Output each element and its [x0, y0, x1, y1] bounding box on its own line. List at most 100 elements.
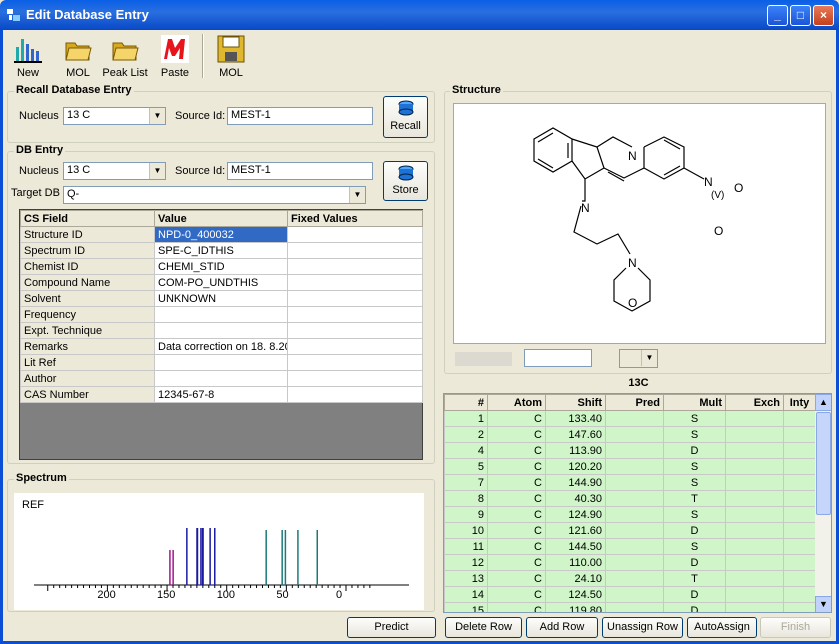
table-cell[interactable] — [605, 538, 664, 555]
table-cell[interactable] — [725, 506, 784, 523]
recall-button[interactable]: Recall — [383, 96, 428, 138]
table-row[interactable]: Compound Name COM-PO_UNDTHIS — [20, 274, 423, 291]
table-cell[interactable] — [783, 490, 816, 507]
table-cell[interactable]: NPD-0_400032 — [154, 226, 288, 243]
table-row[interactable]: 13 C 24.10 T — [444, 570, 816, 587]
spectrum-plot[interactable]: REF 200 150 100 50 0 — [14, 493, 424, 610]
table-cell[interactable]: Author — [20, 370, 155, 387]
table-cell[interactable]: C — [487, 538, 546, 555]
table-cell[interactable] — [605, 522, 664, 539]
table-cell[interactable] — [783, 442, 816, 459]
table-cell[interactable]: Data correction on 18. 8.20 — [154, 338, 288, 355]
table-cell[interactable]: C — [487, 474, 546, 491]
table-cell[interactable]: D — [663, 554, 726, 571]
table-cell[interactable] — [605, 506, 664, 523]
table-cell[interactable] — [287, 338, 423, 355]
table-cell[interactable]: T — [663, 490, 726, 507]
table-cell[interactable] — [725, 474, 784, 491]
table-cell[interactable]: Chemist ID — [20, 258, 155, 275]
table-row[interactable]: Structure ID NPD-0_400032 — [20, 226, 423, 243]
structure-select[interactable]: ▼ — [619, 349, 658, 368]
table-cell[interactable]: 124.50 — [545, 586, 606, 603]
table-cell[interactable] — [154, 354, 288, 371]
table-cell[interactable]: C — [487, 602, 546, 612]
table-row[interactable]: 9 C 124.90 S — [444, 506, 816, 523]
unassign-row-button[interactable]: Unassign Row — [602, 617, 683, 638]
table-cell[interactable]: COM-PO_UNDTHIS — [154, 274, 288, 291]
table-cell[interactable] — [287, 354, 423, 371]
table-cell[interactable] — [605, 586, 664, 603]
table-row[interactable]: 2 C 147.60 S — [444, 426, 816, 443]
table-cell[interactable] — [725, 410, 784, 427]
table-cell[interactable] — [783, 410, 816, 427]
table-cell[interactable] — [287, 306, 423, 323]
db-nucleus-select[interactable]: 13 C ▼ — [63, 162, 166, 180]
column-header[interactable]: Fixed Values — [287, 210, 423, 227]
structure-input[interactable] — [524, 349, 592, 367]
column-header[interactable]: Shift — [545, 394, 606, 411]
table-cell[interactable] — [605, 458, 664, 475]
table-row[interactable]: 10 C 121.60 D — [444, 522, 816, 539]
finish-button[interactable]: Finish — [760, 617, 831, 638]
table-cell[interactable]: D — [663, 522, 726, 539]
table-cell[interactable]: 24.10 — [545, 570, 606, 587]
table-cell[interactable] — [783, 474, 816, 491]
structure-canvas[interactable]: N N N (V) O O N O — [453, 103, 826, 344]
table-cell[interactable] — [287, 226, 423, 243]
table-cell[interactable] — [783, 426, 816, 443]
scroll-thumb[interactable] — [816, 412, 831, 515]
db-source-input[interactable]: MEST-1 — [227, 162, 373, 180]
new-button[interactable]: New — [8, 33, 48, 79]
column-header[interactable]: CS Field — [20, 210, 155, 227]
table-cell[interactable] — [605, 602, 664, 612]
table-cell[interactable]: CHEMI_STID — [154, 258, 288, 275]
table-cell[interactable] — [287, 370, 423, 387]
table-cell[interactable]: C — [487, 442, 546, 459]
column-header[interactable]: Mult — [663, 394, 726, 411]
table-cell[interactable] — [783, 602, 816, 612]
table-cell[interactable] — [783, 586, 816, 603]
maximize-button[interactable]: □ — [790, 5, 811, 26]
table-cell[interactable]: S — [663, 426, 726, 443]
table-row[interactable]: CAS Number 12345-67-8 — [20, 386, 423, 403]
table-cell[interactable] — [783, 570, 816, 587]
table-cell[interactable] — [287, 242, 423, 259]
table-cell[interactable]: S — [663, 474, 726, 491]
table-cell[interactable] — [725, 554, 784, 571]
vertical-scrollbar[interactable]: ▲ ▼ — [815, 394, 831, 612]
table-row[interactable]: 12 C 110.00 D — [444, 554, 816, 571]
table-cell[interactable]: Compound Name — [20, 274, 155, 291]
table-cell[interactable]: SPE-C_IDTHIS — [154, 242, 288, 259]
table-row[interactable]: Solvent UNKNOWN — [20, 290, 423, 307]
table-cell[interactable]: S — [663, 538, 726, 555]
table-cell[interactable]: 8 — [444, 490, 488, 507]
table-cell[interactable]: 110.00 — [545, 554, 606, 571]
table-row[interactable]: Lit Ref — [20, 354, 423, 371]
column-header[interactable]: Inty — [783, 394, 816, 411]
table-cell[interactable] — [725, 490, 784, 507]
table-cell[interactable]: 15 — [444, 602, 488, 612]
table-cell[interactable]: 11 — [444, 538, 488, 555]
table-cell[interactable]: 124.90 — [545, 506, 606, 523]
table-cell[interactable] — [783, 538, 816, 555]
column-header[interactable]: # — [444, 394, 488, 411]
table-cell[interactable] — [154, 306, 288, 323]
table-cell[interactable]: UNKNOWN — [154, 290, 288, 307]
table-cell[interactable]: 133.40 — [545, 410, 606, 427]
target-db-select[interactable]: Q- ▼ — [63, 186, 366, 204]
column-header[interactable]: Exch — [725, 394, 784, 411]
table-cell[interactable] — [725, 538, 784, 555]
table-cell[interactable] — [605, 410, 664, 427]
table-row[interactable]: Expt. Technique — [20, 322, 423, 339]
column-header[interactable]: Atom — [487, 394, 546, 411]
table-cell[interactable] — [725, 570, 784, 587]
table-cell[interactable]: Frequency — [20, 306, 155, 323]
table-cell[interactable] — [725, 458, 784, 475]
table-cell[interactable]: 119.80 — [545, 602, 606, 612]
table-cell[interactable] — [783, 522, 816, 539]
table-row[interactable]: Frequency — [20, 306, 423, 323]
table-cell[interactable]: C — [487, 426, 546, 443]
table-cell[interactable] — [725, 426, 784, 443]
peak-list-button[interactable]: Peak List — [102, 33, 148, 79]
scroll-down-arrow-icon[interactable]: ▼ — [815, 596, 831, 612]
